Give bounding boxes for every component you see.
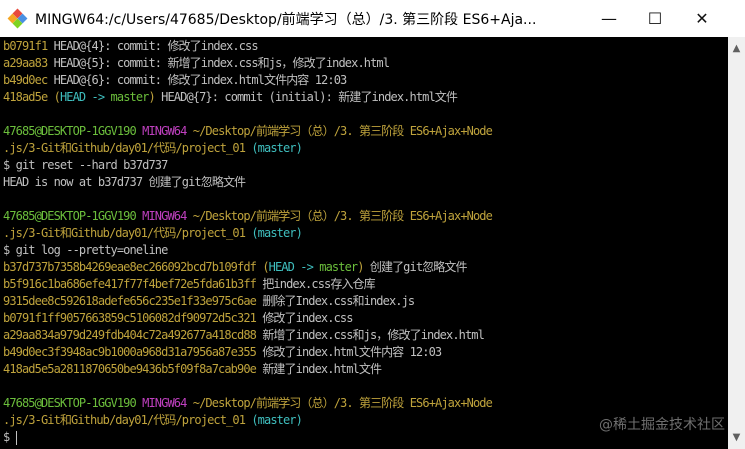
prompt-path-cont: .js/3-Git和Github/day01/代码/project_01 [3, 413, 246, 427]
command-line: $ git reset --hard b37d737 [3, 157, 728, 174]
commit-message: 删除了Index.css和index.js [262, 294, 415, 308]
prompt-symbol: $ [3, 243, 10, 257]
hash: b37d737b7358b4269eae8ec266092bcd7b109fdf [3, 260, 257, 274]
reflog-text: HEAD@{7}: commit (initial): 新建了index.htm… [161, 90, 458, 104]
log-line: b0791f1ff9057663859c5106082df90972d5c321… [3, 310, 728, 327]
hash: b5f916c1ba686efe417f77f4bef72e5fda61b3ff [3, 277, 257, 291]
prompt-user: 47685@DESKTOP-1GGV190 [3, 124, 137, 138]
prompt-symbol: $ [3, 158, 10, 172]
window-title: MINGW64:/c/Users/47685/Desktop/前端学习（总）/3… [35, 11, 537, 28]
prompt-user: 47685@DESKTOP-1GGV190 [3, 209, 137, 223]
prompt-branch: (master) [251, 226, 303, 240]
scroll-up-icon[interactable]: ▲ [728, 43, 745, 54]
commit-message: 新增了index.css和js，修改了index.html [262, 328, 485, 342]
prompt-path-cont: .js/3-Git和Github/day01/代码/project_01 [3, 226, 246, 240]
prompt-system: MINGW64 [142, 209, 187, 223]
log-line: 418ad5e5a2811870650be9436b5f09f8a7cab90e… [3, 361, 728, 378]
hash: b0791f1ff9057663859c5106082df90972d5c321 [3, 311, 257, 325]
minimize-button[interactable]: — [586, 0, 632, 37]
reflog-line: a29aa83 HEAD@{5}: commit: 新增了index.css和j… [3, 55, 728, 72]
log-line: 9315dee8c592618adefe656c235e1f33e975c6ae… [3, 293, 728, 310]
hash: b49d0ec [3, 73, 48, 87]
scroll-down-icon[interactable]: ▼ [728, 432, 745, 443]
maximize-button[interactable]: ☐ [632, 0, 678, 37]
prompt-symbol: $ [3, 430, 10, 444]
terminal[interactable]: b0791f1 HEAD@{4}: commit: 修改了index.css a… [0, 37, 728, 449]
prompt-system: MINGW64 [142, 396, 187, 410]
log-line: b37d737b7358b4269eae8ec266092bcd7b109fdf… [3, 260, 468, 274]
reflog-line: 418ad5e (HEAD -> master) HEAD@{7}: commi… [3, 90, 458, 104]
reflog-line: b0791f1 HEAD@{4}: commit: 修改了index.css [3, 38, 728, 55]
watermark: @稀土掘金技术社区 [599, 417, 725, 433]
prompt-system: MINGW64 [142, 124, 187, 138]
prompt-branch: (master) [251, 141, 303, 155]
prompt: 47685@DESKTOP-1GGV190 MINGW64 ~/Desktop/… [3, 208, 728, 225]
title-bar: MINGW64:/c/Users/47685/Desktop/前端学习（总）/3… [0, 0, 745, 37]
command-output: HEAD is now at b37d737 创建了git忽略文件 [3, 175, 246, 189]
hash: a29aa834a979d249fdb404c72a492677a418cd88 [3, 328, 257, 342]
commit-message: 修改了index.css [262, 311, 353, 325]
hash: a29aa83 [3, 56, 48, 70]
prompt-path-cont: .js/3-Git和Github/day01/代码/project_01 [3, 141, 246, 155]
prompt: 47685@DESKTOP-1GGV190 MINGW64 ~/Desktop/… [3, 123, 728, 140]
log-line: a29aa834a979d249fdb404c72a492677a418cd88… [3, 327, 728, 344]
command: git log --pretty=oneline [15, 243, 169, 257]
hash: 418ad5e [3, 90, 48, 104]
prompt-path: ~/Desktop/前端学习（总）/3. 第三阶段 ES6+Ajax+Node [192, 209, 493, 223]
prompt-path: ~/Desktop/前端学习（总）/3. 第三阶段 ES6+Ajax+Node [192, 124, 493, 138]
log-line: b5f916c1ba686efe417f77f4bef72e5fda61b3ff… [3, 276, 728, 293]
prompt-user: 47685@DESKTOP-1GGV190 [3, 396, 137, 410]
prompt-branch: (master) [251, 413, 303, 427]
command-line: $ git log --pretty=oneline [3, 242, 728, 259]
hash: b0791f1 [3, 39, 48, 53]
scrollbar[interactable]: ▲ ▼ [728, 37, 745, 449]
git-bash-icon [7, 8, 28, 28]
commit-message: 创建了git忽略文件 [369, 260, 468, 274]
reflog-text: HEAD@{4}: commit: 修改了index.css [53, 39, 259, 53]
text-cursor [15, 430, 17, 445]
commit-message: 修改了index.html文件内容 12:03 [262, 345, 442, 359]
reflog-line: b49d0ec HEAD@{6}: commit: 修改了index.html文… [3, 72, 728, 89]
commit-message: 新建了index.html文件 [262, 362, 382, 376]
prompt: 47685@DESKTOP-1GGV190 MINGW64 ~/Desktop/… [3, 395, 728, 412]
hash: b49d0ec3f3948ac9b1000a968d31a7956a87e355 [3, 345, 257, 359]
commit-message: 把index.css存入仓库 [262, 277, 375, 291]
log-line: b49d0ec3f3948ac9b1000a968d31a7956a87e355… [3, 344, 728, 361]
reflog-text: HEAD@{5}: commit: 新增了index.css和js，修改了ind… [53, 56, 390, 70]
prompt-path: ~/Desktop/前端学习（总）/3. 第三阶段 ES6+Ajax+Node [192, 396, 493, 410]
hash: 418ad5e5a2811870650be9436b5f09f8a7cab90e [3, 362, 257, 376]
reflog-text: HEAD@{6}: commit: 修改了index.html文件内容 12:0… [53, 73, 348, 87]
hash: 9315dee8c592618adefe656c235e1f33e975c6ae [3, 294, 257, 308]
command: git reset --hard b37d737 [15, 158, 169, 172]
close-button[interactable]: ✕ [679, 0, 725, 37]
